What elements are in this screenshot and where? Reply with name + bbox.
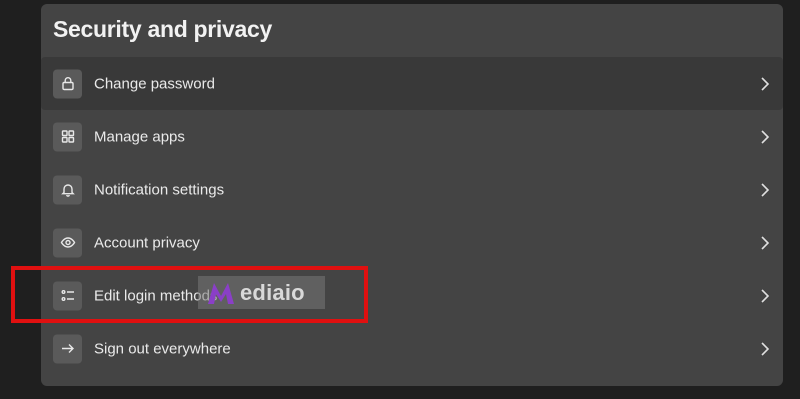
lock-icon (53, 69, 82, 98)
chevron-right-icon (761, 341, 770, 356)
chevron-right-icon (761, 288, 770, 303)
bell-icon (53, 175, 82, 204)
menu-item-manage-apps[interactable]: Manage apps (41, 110, 783, 163)
panel-title: Security and privacy (53, 16, 272, 42)
chevron-right-icon (761, 129, 770, 144)
menu-item-change-password[interactable]: Change password (41, 57, 783, 110)
menu-item-label: Notification settings (94, 181, 225, 198)
list-checklist-icon (53, 281, 82, 310)
menu-item-account-privacy[interactable]: Account privacy (41, 216, 783, 269)
chevron-right-icon (761, 76, 770, 91)
menu-item-label: Edit login methods (94, 287, 218, 304)
menu-item-notification-settings[interactable]: Notification settings (41, 163, 783, 216)
arrow-right-icon (53, 334, 82, 363)
menu-item-label: Sign out everywhere (94, 340, 231, 357)
eye-icon (53, 228, 82, 257)
settings-menu: Change password Manage apps Notification… (41, 57, 783, 375)
menu-item-label: Change password (94, 75, 215, 92)
security-privacy-panel: Security and privacy Change password Man… (41, 4, 783, 386)
menu-item-label: Account privacy (94, 234, 200, 251)
chevron-right-icon (761, 182, 770, 197)
menu-item-sign-out-everywhere[interactable]: Sign out everywhere (41, 322, 783, 375)
menu-item-label: Manage apps (94, 128, 185, 145)
apps-grid-icon (53, 122, 82, 151)
chevron-right-icon (761, 235, 770, 250)
menu-item-edit-login-methods[interactable]: Edit login methods (41, 269, 783, 322)
